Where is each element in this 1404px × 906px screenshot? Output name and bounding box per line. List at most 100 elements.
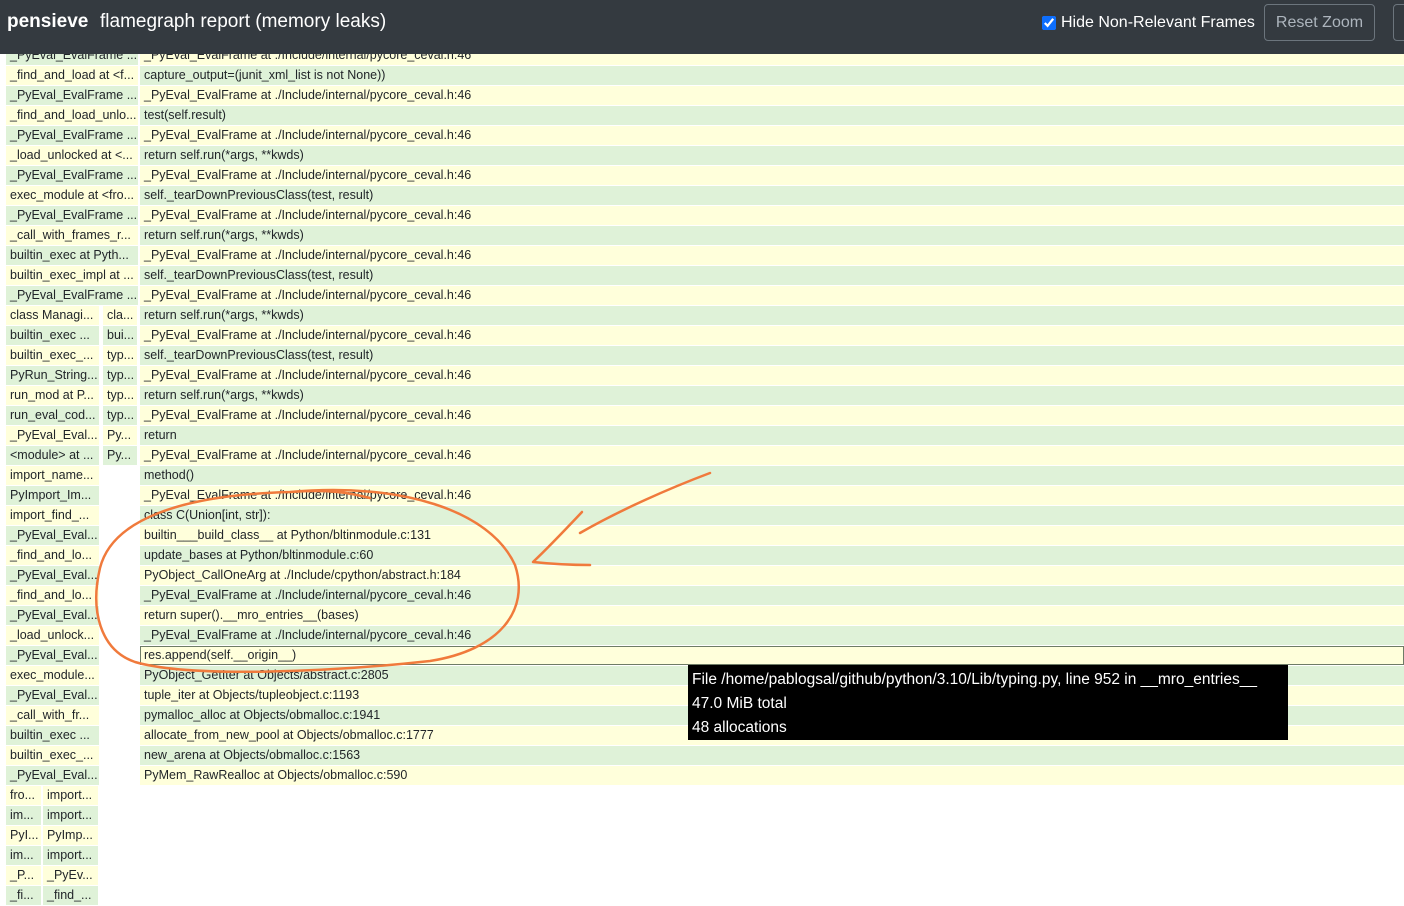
flame-frame[interactable]: Py... <box>103 426 137 445</box>
flame-frame[interactable]: _PyEval_EvalFrame at ./Include/internal/… <box>140 626 1404 645</box>
flame-frame[interactable]: _PyEval_EvalFrame ... <box>6 86 138 105</box>
flame-frame[interactable]: builtin_exec_... <box>6 746 99 765</box>
flame-frame[interactable]: <module> at ... <box>6 446 99 465</box>
flame-frame[interactable]: _P... <box>6 866 41 885</box>
flame-frame[interactable]: import_find_... <box>6 506 99 525</box>
flame-frame[interactable]: _find_and_load_unlo... <box>6 106 138 125</box>
flame-frame[interactable]: fro... <box>6 786 41 805</box>
flame-frame[interactable]: _PyEval_Eval... <box>6 566 99 585</box>
flame-frame[interactable]: import... <box>43 846 98 865</box>
flame-frame[interactable]: im... <box>6 846 41 865</box>
flame-frame[interactable]: new_arena at Objects/obmalloc.c:1563 <box>140 746 1404 765</box>
flame-frame[interactable]: class C(Union[int, str]): <box>140 506 1404 525</box>
flame-frame[interactable]: _PyEval_EvalFrame at ./Include/internal/… <box>140 486 1404 505</box>
flame-frame[interactable]: _PyEval_EvalFrame at ./Include/internal/… <box>140 366 1404 385</box>
flame-frame[interactable]: return self.run(*args, **kwds) <box>140 386 1404 405</box>
flame-frame[interactable]: _PyEval_EvalFrame ... <box>6 206 138 225</box>
flame-frame[interactable]: _load_unlock... <box>6 626 99 645</box>
flame-frame[interactable]: PyMem_RawRealloc at Objects/obmalloc.c:5… <box>140 766 1404 785</box>
flame-frame[interactable]: _find_and_lo... <box>6 586 99 605</box>
flame-frame[interactable]: return self.run(*args, **kwds) <box>140 226 1404 245</box>
flame-frame[interactable]: _PyEval_EvalFrame at ./Include/internal/… <box>140 166 1404 185</box>
flame-frame[interactable]: import... <box>43 806 98 825</box>
flame-frame[interactable]: self._tearDownPreviousClass(test, result… <box>140 186 1404 205</box>
flame-frame[interactable]: _load_unlocked at <... <box>6 146 138 165</box>
flame-frame[interactable]: _PyEval_EvalFrame ... <box>6 126 138 145</box>
flame-frame[interactable]: import... <box>43 786 98 805</box>
flame-frame[interactable]: builtin_exec_impl at ... <box>6 266 138 285</box>
flame-frame[interactable]: PyI... <box>6 826 41 845</box>
flame-frame[interactable]: _PyEval_EvalFrame at ./Include/internal/… <box>140 86 1404 105</box>
flame-frame[interactable]: return self.run(*args, **kwds) <box>140 146 1404 165</box>
flame-frame[interactable]: _PyEval_EvalFrame ... <box>6 166 138 185</box>
flame-frame[interactable]: _PyEval_EvalFrame ... <box>6 286 138 305</box>
flame-frame[interactable]: import_name... <box>6 466 99 485</box>
flame-frame[interactable]: exec_module... <box>6 666 99 685</box>
flame-frame[interactable]: cla... <box>103 306 137 325</box>
brand[interactable]: pensieve <box>7 11 88 33</box>
flame-frame[interactable]: _find_and_load at <f... <box>6 66 138 85</box>
flame-frame[interactable]: _PyEval_EvalFrame at ./Include/internal/… <box>140 286 1404 305</box>
flame-frame[interactable]: PyImport_Im... <box>6 486 99 505</box>
reset-zoom-button[interactable]: Reset Zoom <box>1264 4 1375 41</box>
flame-frame[interactable]: _find_and_lo... <box>6 546 99 565</box>
flame-frame[interactable]: typ... <box>103 366 137 385</box>
flame-frame[interactable]: _PyEval_Eval... <box>6 526 99 545</box>
flamegraph[interactable]: _PyEval_EvalFrame at ./Include/internal/… <box>0 54 1404 906</box>
flame-frame[interactable]: return self.run(*args, **kwds) <box>140 306 1404 325</box>
flame-frame[interactable]: _PyEval_EvalFrame at ./Include/internal/… <box>140 54 1404 65</box>
flame-frame[interactable]: _call_with_frames_r... <box>6 226 138 245</box>
flame-frame[interactable]: _PyEval_EvalFrame at ./Include/internal/… <box>140 586 1404 605</box>
flame-frame[interactable]: builtin_exec at Pyth... <box>6 246 138 265</box>
flame-frame[interactable]: PyImp... <box>43 826 98 845</box>
flame-frame[interactable]: _PyEval_EvalFrame at ./Include/internal/… <box>140 126 1404 145</box>
flame-frame[interactable]: typ... <box>103 406 137 425</box>
flame-frame[interactable]: _PyEval_EvalFrame ... <box>6 54 138 65</box>
flame-frame[interactable]: _call_with_fr... <box>6 706 99 725</box>
flame-frame[interactable]: _PyEval_EvalFrame at ./Include/internal/… <box>140 206 1404 225</box>
flame-frame[interactable]: run_eval_cod... <box>6 406 99 425</box>
flame-frame[interactable]: return <box>140 426 1404 445</box>
hide-non-relevant-checkbox[interactable] <box>1042 16 1056 30</box>
flame-frame[interactable]: bui... <box>103 326 137 345</box>
flame-frame[interactable]: _fi... <box>6 886 41 905</box>
flame-frame[interactable]: builtin_exec ... <box>6 726 99 745</box>
flame-frame[interactable]: _PyEval_Eval... <box>6 606 99 625</box>
flame-frame[interactable]: return super().__mro_entries__(bases) <box>140 606 1404 625</box>
flame-frame[interactable]: run_mod at P... <box>6 386 99 405</box>
tooltip-total: 47.0 MiB total <box>692 695 787 712</box>
flame-frame[interactable]: _PyEval_Eval... <box>6 766 99 785</box>
flame-frame[interactable]: PyRun_String... <box>6 366 99 385</box>
flame-frame[interactable]: _PyEval_Eval... <box>6 686 99 705</box>
flame-frame[interactable]: _PyEval_EvalFrame at ./Include/internal/… <box>140 446 1404 465</box>
flame-frame[interactable]: _PyEval_Eval... <box>6 426 99 445</box>
flame-frame[interactable]: _PyEval_EvalFrame at ./Include/internal/… <box>140 326 1404 345</box>
flame-frame[interactable]: test(self.result) <box>140 106 1404 125</box>
flame-frame[interactable]: _PyEval_Eval... <box>6 646 99 665</box>
flame-frame[interactable]: method() <box>140 466 1404 485</box>
flame-frame[interactable]: capture_output=(junit_xml_list is not No… <box>140 66 1404 85</box>
flame-frame[interactable]: self._tearDownPreviousClass(test, result… <box>140 266 1404 285</box>
hide-non-relevant-toggle[interactable]: Hide Non-Relevant Frames <box>1041 13 1255 33</box>
selected-flame-frame[interactable]: res.append(self.__origin__) <box>140 646 1404 665</box>
flame-frame[interactable]: builtin_exec ... <box>6 326 99 345</box>
flame-frame[interactable]: builtin___build_class__ at Python/bltinm… <box>140 526 1404 545</box>
flame-frame[interactable]: _PyEv... <box>43 866 98 885</box>
flame-frame[interactable]: PyObject_CallOneArg at ./Include/cpython… <box>140 566 1404 585</box>
flame-frame[interactable]: typ... <box>103 386 137 405</box>
tooltip-file-line: File /home/pablogsal/github/python/3.10/… <box>692 671 1257 688</box>
flame-frame[interactable]: builtin_exec_... <box>6 346 99 365</box>
flame-frame[interactable]: update_bases at Python/bltinmodule.c:60 <box>140 546 1404 565</box>
frame-tooltip: File /home/pablogsal/github/python/3.10/… <box>688 665 1288 740</box>
flame-frame[interactable]: Py... <box>103 446 137 465</box>
flame-frame[interactable]: im... <box>6 806 41 825</box>
flame-frame[interactable]: class Managi... <box>6 306 99 325</box>
flame-frame[interactable]: _PyEval_EvalFrame at ./Include/internal/… <box>140 246 1404 265</box>
report-title: flamegraph report (memory leaks) <box>100 11 387 32</box>
flame-frame[interactable]: _find_... <box>43 886 98 905</box>
search-input[interactable] <box>1393 4 1404 41</box>
flame-frame[interactable]: typ... <box>103 346 137 365</box>
flame-frame[interactable]: _PyEval_EvalFrame at ./Include/internal/… <box>140 406 1404 425</box>
flame-frame[interactable]: self._tearDownPreviousClass(test, result… <box>140 346 1404 365</box>
flame-frame[interactable]: exec_module at <fro... <box>6 186 138 205</box>
